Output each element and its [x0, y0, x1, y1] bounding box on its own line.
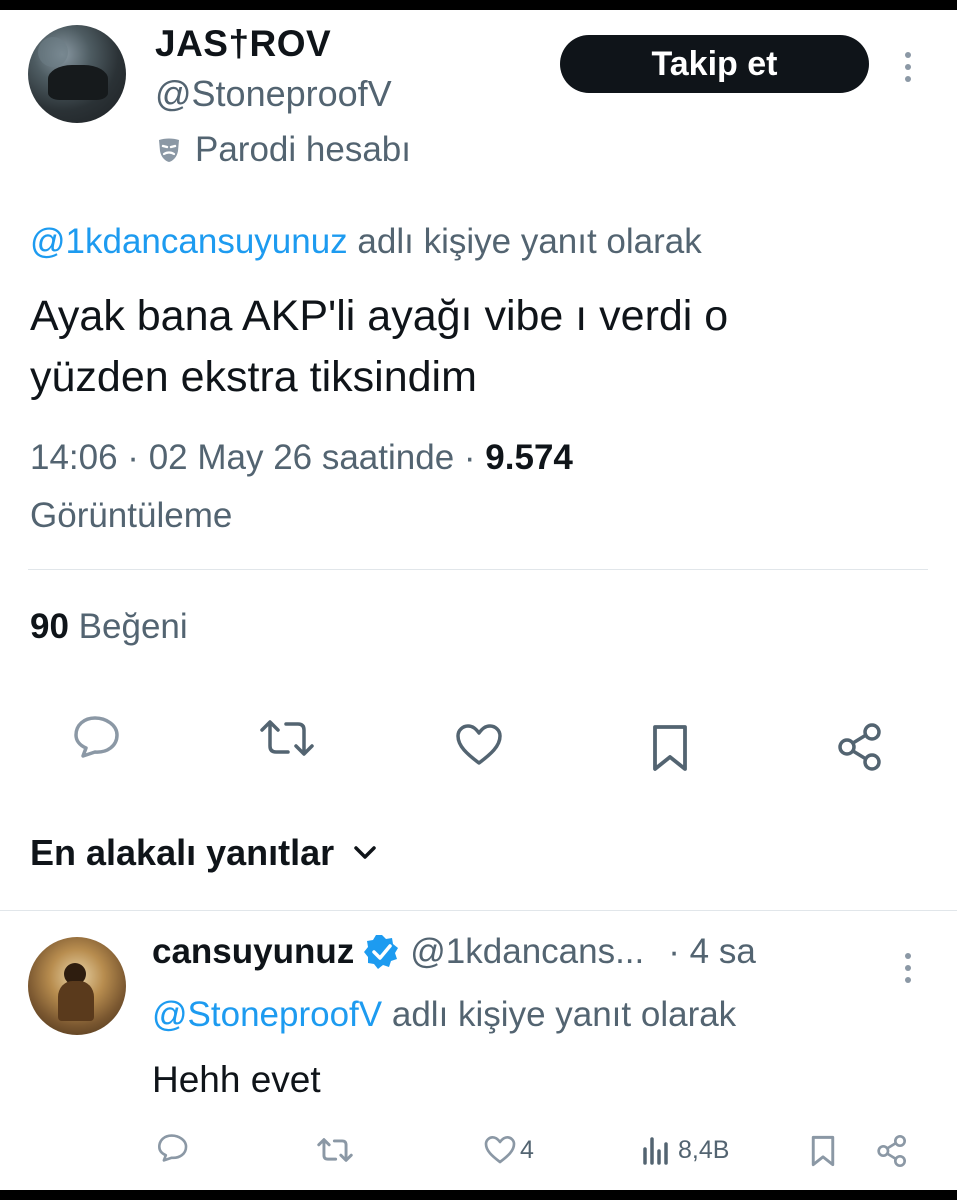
- reply-like-icon: [484, 1136, 516, 1164]
- reply-to-suffix-2: adlı kişiye yanıt olarak: [391, 995, 737, 1034]
- likes-label: Beğeni: [78, 607, 188, 646]
- divider: [28, 569, 928, 570]
- tweet-text-line-1: Ayak bana AKP'li ayağı vibe ı verdi o: [30, 292, 729, 340]
- tweet-meta: 14:06 · 02 May 26 saatinde · 9.574 Görün…: [30, 429, 930, 545]
- sort-label: En alakalı yanıtlar: [30, 832, 335, 873]
- reply-to-mention-2[interactable]: @StoneproofV: [152, 995, 382, 1034]
- parody-label-text: Parodi hesabı: [195, 130, 411, 169]
- tweet-timestamp[interactable]: 14:06 · 02 May 26 saatinde ·: [30, 438, 476, 477]
- tweet-text: Ayak bana AKP'li ayağı vibe ı verdi o yü…: [30, 286, 930, 408]
- reply-context-2: @StoneproofV adlı kişiye yanıt olarak: [152, 995, 736, 1035]
- bookmark-icon[interactable]: [650, 723, 690, 773]
- chevron-down-icon: [354, 846, 376, 859]
- reply-to-mention[interactable]: @1kdancansuyunuz: [30, 222, 348, 261]
- follow-button[interactable]: Takip et: [560, 35, 869, 93]
- views-chart-icon: [643, 1137, 668, 1165]
- tweet-text-line-2: yüzden ekstra tiksindim: [30, 353, 477, 401]
- reply-like-button[interactable]: 4: [484, 1135, 534, 1165]
- reply-more-options-icon[interactable]: [903, 953, 913, 983]
- reply-display-name[interactable]: cansuyunuz: [152, 932, 354, 972]
- parody-mask-icon: [159, 138, 179, 162]
- reply-icon[interactable]: [73, 714, 121, 760]
- author-display-name[interactable]: JAS†ROV: [155, 23, 331, 65]
- views-label: Görüntüleme: [30, 496, 233, 535]
- parody-account-label: Parodi hesabı: [157, 130, 411, 170]
- reply-handle[interactable]: @1kdancans...: [410, 932, 644, 972]
- reply-context: @1kdancansuyunuz adlı kişiye yanıt olara…: [30, 222, 702, 262]
- reply-to-suffix: adlı kişiye yanıt olarak: [357, 222, 702, 261]
- verified-badge-icon: [364, 935, 399, 969]
- reply-like-count: 4: [520, 1135, 534, 1164]
- views-count: 9.574: [485, 438, 573, 477]
- reply-bookmark-icon[interactable]: [810, 1134, 836, 1168]
- reply-header: cansuyunuz @1kdancans... · 4 sa: [152, 932, 756, 972]
- author-handle[interactable]: @StoneproofV: [155, 73, 392, 115]
- retweet-icon[interactable]: [258, 718, 316, 758]
- share-icon[interactable]: [836, 722, 884, 772]
- divider: [0, 910, 957, 911]
- likes-count: 90: [30, 607, 69, 646]
- more-options-icon[interactable]: [903, 52, 913, 82]
- reply-share-icon[interactable]: [876, 1134, 908, 1168]
- like-icon[interactable]: [455, 723, 503, 767]
- sort-replies-dropdown[interactable]: En alakalı yanıtlar: [30, 832, 376, 874]
- reply-views-button[interactable]: 8,4B: [642, 1135, 729, 1165]
- likes-summary[interactable]: 90 Beğeni: [30, 607, 188, 647]
- reply-author-avatar[interactable]: [28, 937, 126, 1035]
- reply-retweet-icon[interactable]: [316, 1137, 354, 1163]
- reply-views-count: 8,4B: [678, 1135, 730, 1164]
- reply-reply-icon[interactable]: [157, 1133, 189, 1163]
- author-avatar[interactable]: [28, 25, 126, 123]
- reply-text: Hehh evet: [152, 1059, 321, 1100]
- reply-time[interactable]: · 4 sa: [668, 932, 756, 972]
- tweet-detail-screen: JAS†ROV @StoneproofV Parodi hesabı Takip…: [0, 10, 957, 1190]
